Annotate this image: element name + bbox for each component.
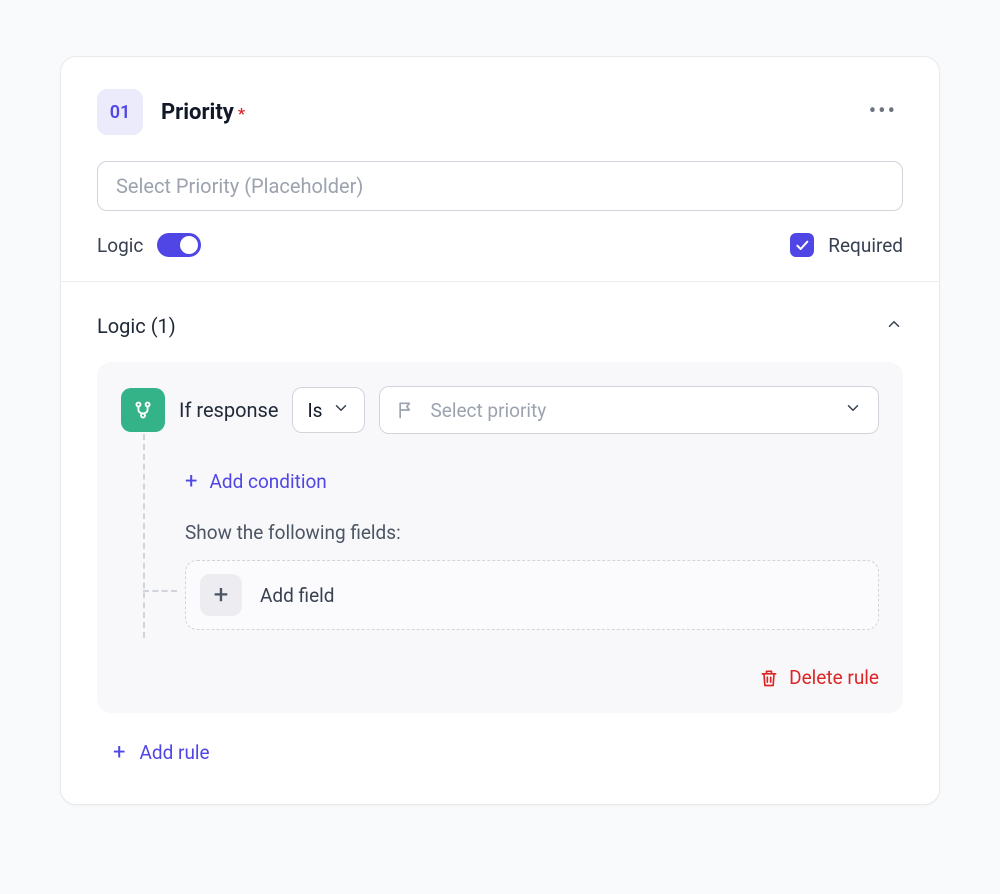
- rule-condition-row: If response Is Select priority: [121, 386, 879, 434]
- operator-value: Is: [307, 399, 322, 422]
- field-title: Priority: [161, 100, 234, 125]
- priority-select-placeholder: Select Priority (Placeholder): [116, 174, 363, 198]
- plus-icon: +: [113, 742, 125, 764]
- add-rule-label: Add rule: [139, 741, 209, 764]
- connector-line: [143, 590, 177, 592]
- value-placeholder: Select priority: [430, 399, 546, 422]
- card-header-section: 01 Priority* ••• Select Priority (Placeh…: [61, 57, 939, 281]
- trash-icon: [759, 668, 779, 688]
- delete-rule-button[interactable]: Delete rule: [759, 666, 879, 689]
- chevron-down-icon: [332, 399, 350, 422]
- rule-card: If response Is Select priority: [97, 362, 903, 713]
- chevron-down-icon: [844, 399, 862, 422]
- required-star: *: [238, 104, 245, 123]
- if-response-label: If response: [179, 398, 278, 422]
- field-title-wrap: Priority*: [161, 100, 245, 125]
- value-select[interactable]: Select priority: [379, 386, 879, 434]
- required-label: Required: [828, 234, 903, 257]
- field-header-row: 01 Priority* •••: [97, 89, 903, 135]
- priority-select[interactable]: Select Priority (Placeholder): [97, 161, 903, 211]
- delete-row: Delete rule: [121, 666, 879, 689]
- delete-rule-label: Delete rule: [789, 666, 879, 689]
- field-card: 01 Priority* ••• Select Priority (Placeh…: [60, 56, 940, 805]
- add-field-button[interactable]: + Add field: [185, 560, 879, 630]
- flag-icon: [396, 400, 416, 420]
- add-field-label: Add field: [260, 584, 334, 607]
- dots-icon: •••: [869, 99, 897, 124]
- field-number-badge: 01: [97, 89, 143, 135]
- logic-heading-row[interactable]: Logic (1): [97, 314, 903, 338]
- chevron-up-icon: [885, 315, 903, 333]
- add-condition-label: Add condition: [209, 470, 326, 493]
- logic-toggle-label: Logic: [97, 234, 143, 257]
- logic-toggle[interactable]: [157, 233, 201, 257]
- show-fields-label: Show the following fields:: [185, 521, 879, 544]
- more-menu-button[interactable]: •••: [863, 95, 903, 129]
- required-checkbox[interactable]: [790, 233, 814, 257]
- required-group: Required: [790, 233, 903, 257]
- add-rule-button[interactable]: + Add rule: [97, 741, 903, 764]
- operator-select[interactable]: Is: [292, 387, 365, 433]
- plus-box-icon: +: [200, 574, 242, 616]
- rule-nested-block: + Add condition Show the following field…: [143, 434, 879, 638]
- check-icon: [794, 237, 810, 253]
- branch-icon: [121, 388, 165, 432]
- logic-section: Logic (1) If response Is Se: [61, 282, 939, 804]
- plus-icon: +: [185, 471, 197, 493]
- add-condition-button[interactable]: + Add condition: [185, 470, 879, 493]
- logic-heading: Logic (1): [97, 314, 176, 338]
- field-flags-row: Logic Required: [97, 233, 903, 257]
- collapse-logic-button[interactable]: [885, 314, 903, 338]
